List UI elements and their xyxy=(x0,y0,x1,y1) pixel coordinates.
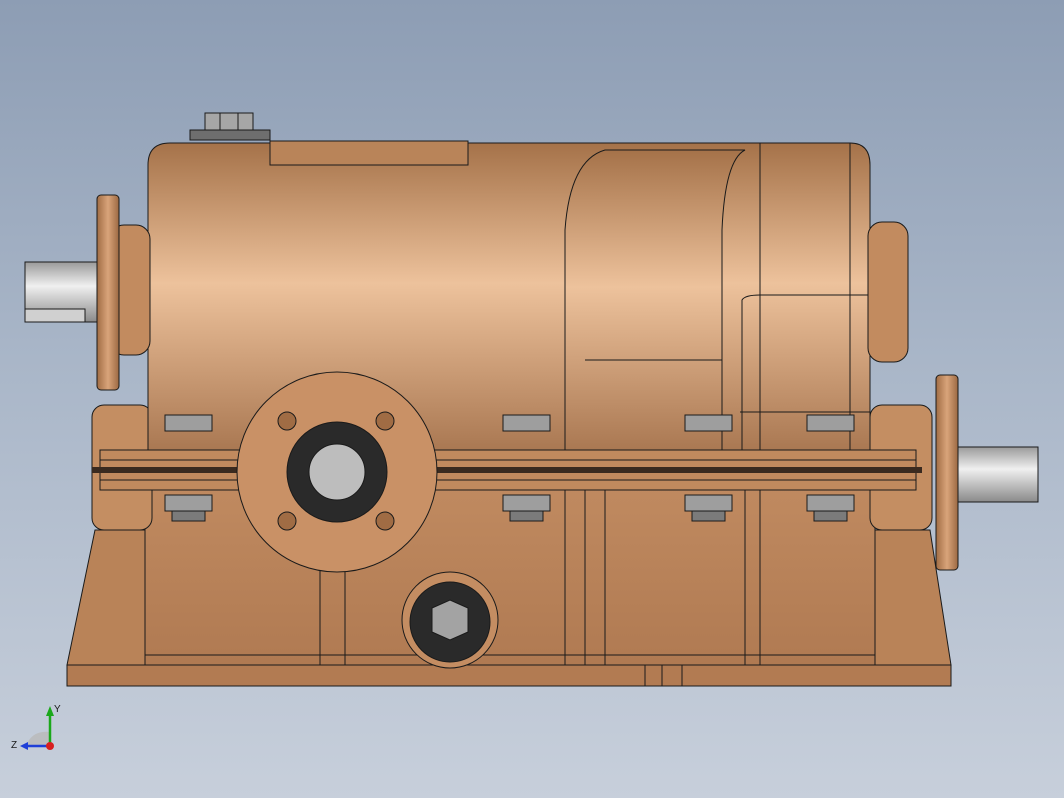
triad-plane-icon xyxy=(26,731,50,746)
bearing-cover xyxy=(236,371,438,573)
origin-dot xyxy=(46,742,54,750)
z-arrow-icon xyxy=(20,742,28,750)
drain-plug xyxy=(401,571,499,669)
vent-plug xyxy=(189,112,271,141)
split-flange xyxy=(92,449,922,491)
y-axis-label: Y xyxy=(54,704,61,715)
z-axis-label: Z xyxy=(11,740,17,751)
right-shaft xyxy=(935,374,1039,571)
y-arrow-icon xyxy=(46,706,54,716)
upper-housing xyxy=(109,140,909,456)
coordinate-triad: Y Z xyxy=(11,704,61,751)
graphics-viewport[interactable]: Y Z xyxy=(0,0,1064,798)
gearbox-model[interactable] xyxy=(0,0,1064,798)
left-shaft xyxy=(24,194,120,391)
